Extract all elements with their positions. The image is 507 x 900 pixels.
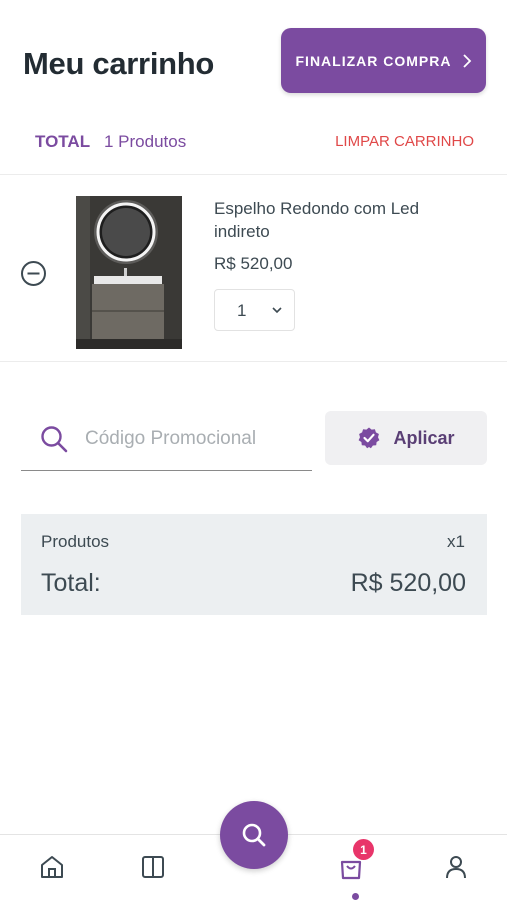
total-label: TOTAL [35, 132, 91, 151]
checkout-button[interactable]: FINALIZAR COMPRA [281, 28, 486, 93]
chevron-right-icon [462, 53, 471, 68]
catalog-icon [142, 856, 164, 878]
summary-total-label: Total: [41, 569, 101, 597]
page-title: Meu carrinho [23, 46, 215, 81]
cart-count-badge: 1 [353, 839, 374, 860]
nav-cart-button[interactable]: 1 [337, 839, 374, 883]
quantity-select[interactable]: 1 [214, 289, 295, 331]
product-name[interactable]: Espelho Redondo com Led indireto [214, 197, 464, 243]
summary-products-label: Produtos [41, 532, 110, 551]
promo-code-field[interactable] [21, 410, 312, 471]
divider [0, 361, 507, 362]
nav-home-button[interactable] [38, 853, 68, 883]
apply-promo-button[interactable]: Aplicar [325, 411, 487, 465]
search-fab-button[interactable] [220, 801, 288, 869]
cart-item: Espelho Redondo com Led indireto R$ 520,… [0, 175, 507, 361]
product-price: R$ 520,00 [214, 254, 293, 273]
search-icon [41, 426, 68, 453]
promo-code-input[interactable] [85, 424, 305, 454]
checkout-button-label: FINALIZAR COMPRA [295, 52, 452, 69]
summary-products-qty: x1 [447, 532, 465, 551]
active-tab-indicator [352, 893, 359, 900]
nav-catalog-button[interactable] [139, 853, 169, 883]
nav-account-button[interactable] [442, 853, 472, 883]
summary-total-value: R$ 520,00 [350, 569, 466, 597]
verified-badge-icon [359, 427, 380, 449]
clear-cart-link[interactable]: LIMPAR CARRINHO [335, 133, 474, 150]
product-image[interactable] [76, 196, 182, 349]
quantity-value: 1 [237, 301, 247, 320]
remove-item-icon[interactable] [20, 260, 47, 287]
user-icon [446, 856, 466, 879]
product-count: 1 Produtos [104, 132, 187, 151]
order-summary: Produtos x1 Total: R$ 520,00 [21, 514, 487, 615]
home-icon [41, 856, 63, 878]
apply-button-label: Aplicar [393, 427, 455, 448]
chevron-down-icon [272, 307, 282, 314]
cart-total-row: TOTAL 1 Produtos LIMPAR CARRINHO [0, 128, 507, 156]
header: Meu carrinho FINALIZAR COMPRA [0, 0, 507, 120]
search-icon [242, 823, 266, 847]
